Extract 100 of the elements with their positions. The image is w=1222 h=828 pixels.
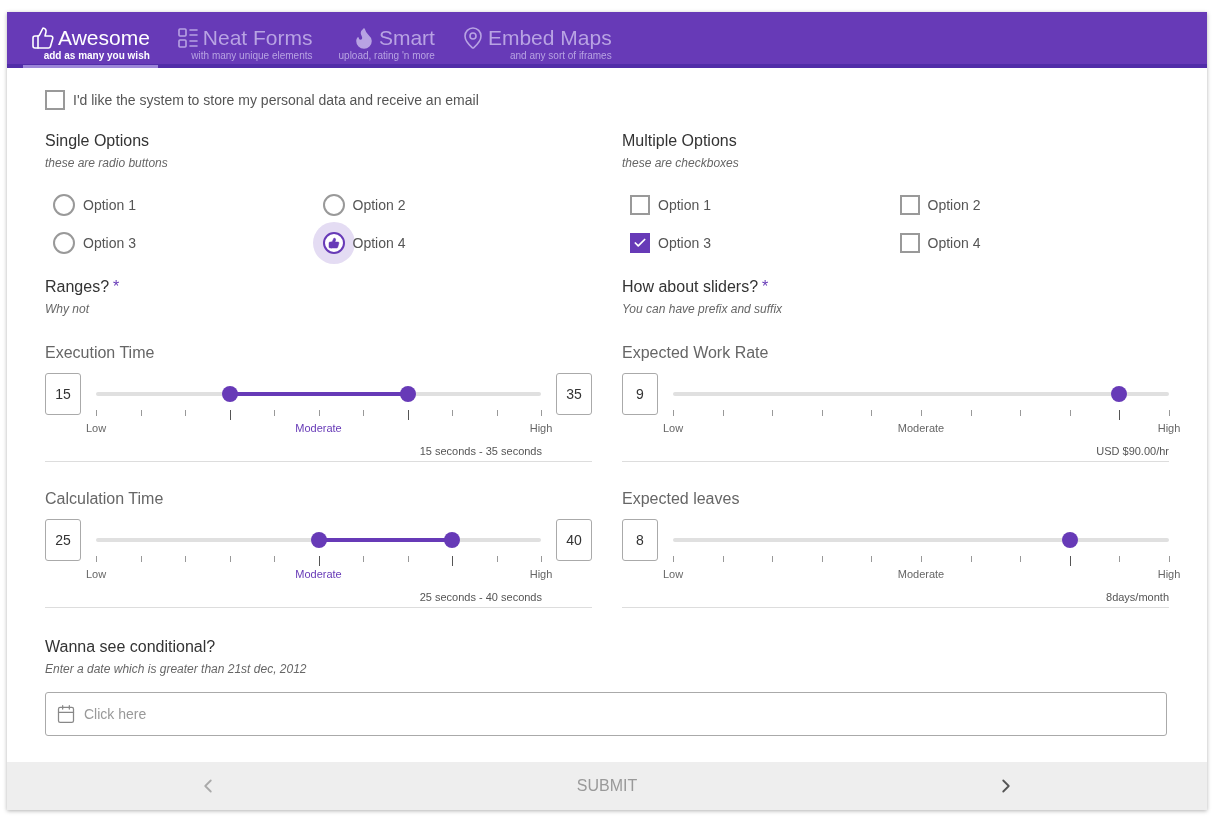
- tick-mark: [363, 410, 364, 416]
- section-subtitle: You can have prefix and suffix: [622, 302, 784, 316]
- checkbox[interactable]: [899, 195, 920, 215]
- slider-label: Calculation Time: [45, 490, 165, 508]
- checkbox[interactable]: [630, 233, 650, 253]
- section-title: How about sliders?: [622, 278, 759, 295]
- value-field[interactable]: 8: [622, 519, 658, 561]
- tab[interactable]: Awesome add as many you wish: [23, 12, 158, 68]
- section-title: Single Options: [45, 132, 151, 150]
- section-title: Wanna see conditional?: [45, 638, 217, 656]
- scale-label: Moderate: [897, 568, 945, 580]
- tick-mark: [1119, 556, 1121, 562]
- tab-title: Awesome: [58, 27, 150, 49]
- tick-mark: [921, 556, 922, 562]
- tick-mark: [970, 410, 972, 416]
- scale-label: Low: [662, 422, 684, 434]
- calendar-icon: [56, 704, 76, 724]
- tick-mark: [452, 410, 453, 416]
- slider-thumb[interactable]: [399, 386, 416, 402]
- tick-mark: [541, 556, 542, 562]
- date-input[interactable]: Click here: [82, 705, 1166, 723]
- scale-label: High: [529, 568, 553, 580]
- slider-summary: 8days/month: [1106, 591, 1169, 603]
- tab-title: Smart: [378, 27, 435, 49]
- scale-label: Low: [85, 568, 107, 580]
- tick-mark: [1020, 556, 1022, 562]
- tick-mark: [407, 410, 409, 420]
- tick-mark: [496, 556, 498, 562]
- tick-mark: [821, 410, 823, 416]
- section-subtitle: these are checkboxes: [622, 156, 740, 170]
- scale-label: High: [529, 422, 553, 434]
- tick-mark: [1169, 410, 1170, 416]
- value-field[interactable]: 9: [622, 373, 658, 415]
- tick-mark: [140, 556, 142, 562]
- tick-mark: [722, 410, 724, 416]
- slider-thumb[interactable]: [1061, 532, 1078, 548]
- option-label: Option 1: [83, 197, 136, 213]
- option-label: Option 1: [658, 197, 711, 213]
- slider-summary: 25 seconds - 40 seconds: [419, 591, 542, 603]
- radio-button[interactable]: [53, 194, 75, 216]
- tick-mark: [96, 410, 97, 416]
- min-value-field[interactable]: 15: [45, 373, 81, 415]
- checkbox[interactable]: [630, 195, 650, 215]
- option-label: Option 4: [352, 235, 406, 251]
- min-value-field[interactable]: 25: [45, 519, 81, 561]
- tick-mark: [185, 410, 186, 416]
- radio-button[interactable]: [53, 232, 75, 254]
- section-title: Ranges?: [45, 278, 110, 295]
- option-label: Option 2: [927, 197, 981, 213]
- tick-mark: [407, 556, 409, 562]
- required-mark: *: [113, 278, 120, 295]
- thumbs-up-icon: [31, 26, 55, 50]
- slider-label: Execution Time: [45, 344, 156, 362]
- check-icon: [633, 236, 647, 250]
- tick-mark: [871, 410, 873, 416]
- tick-mark: [772, 556, 774, 562]
- slider-thumb[interactable]: [221, 386, 238, 402]
- max-value-field[interactable]: 40: [556, 519, 592, 561]
- tick-mark: [274, 556, 275, 562]
- tick-mark: [96, 556, 97, 562]
- tick-mark: [1069, 410, 1071, 416]
- scale-label: Low: [662, 568, 684, 580]
- scale-label: Moderate: [897, 422, 945, 434]
- required-mark: *: [762, 278, 769, 295]
- tab-subtitle: upload, rating 'n more: [338, 50, 435, 62]
- max-value-field[interactable]: 35: [556, 373, 592, 415]
- option-label: Option 4: [927, 235, 981, 251]
- checkbox-label: I'd like the system to store my personal data and receive an email: [73, 92, 479, 108]
- tick-mark: [772, 410, 774, 416]
- tick-mark: [140, 410, 142, 416]
- tick-mark: [673, 556, 674, 562]
- date-field[interactable]: Click here: [45, 692, 1167, 736]
- tick-mark: [921, 410, 922, 416]
- scale-label: Low: [85, 422, 107, 434]
- tick-mark: [1169, 556, 1170, 562]
- slider-label: Expected leaves: [622, 490, 741, 508]
- slider-thumb[interactable]: [444, 532, 460, 548]
- section-subtitle: Enter a date which is greater than 21st dec, 2012: [45, 662, 308, 676]
- slider-summary: 15 seconds - 35 seconds: [419, 445, 542, 457]
- tick-mark: [318, 556, 320, 566]
- radio-button[interactable]: [322, 194, 345, 216]
- slider-thumb[interactable]: [310, 532, 327, 548]
- scale-label: Moderate: [295, 568, 342, 580]
- tick-mark: [318, 410, 320, 416]
- slider-thumb[interactable]: [1111, 386, 1128, 402]
- checkbox[interactable]: [45, 90, 65, 110]
- tick-mark: [274, 410, 275, 416]
- scale-label: Moderate: [295, 422, 342, 434]
- tick-mark: [871, 556, 873, 562]
- checkbox[interactable]: [899, 233, 920, 253]
- tick-mark: [1020, 410, 1022, 416]
- tick-mark: [970, 556, 972, 562]
- tick-mark: [496, 410, 498, 416]
- tick-mark: [541, 410, 542, 416]
- tick-mark: [722, 556, 724, 562]
- tab-subtitle: add as many you wish: [43, 50, 150, 62]
- tick-mark: [363, 556, 364, 562]
- slider-summary: USD $90.00/hr: [1096, 445, 1169, 457]
- option-label: Option 3: [83, 235, 136, 251]
- tick-mark: [185, 556, 186, 562]
